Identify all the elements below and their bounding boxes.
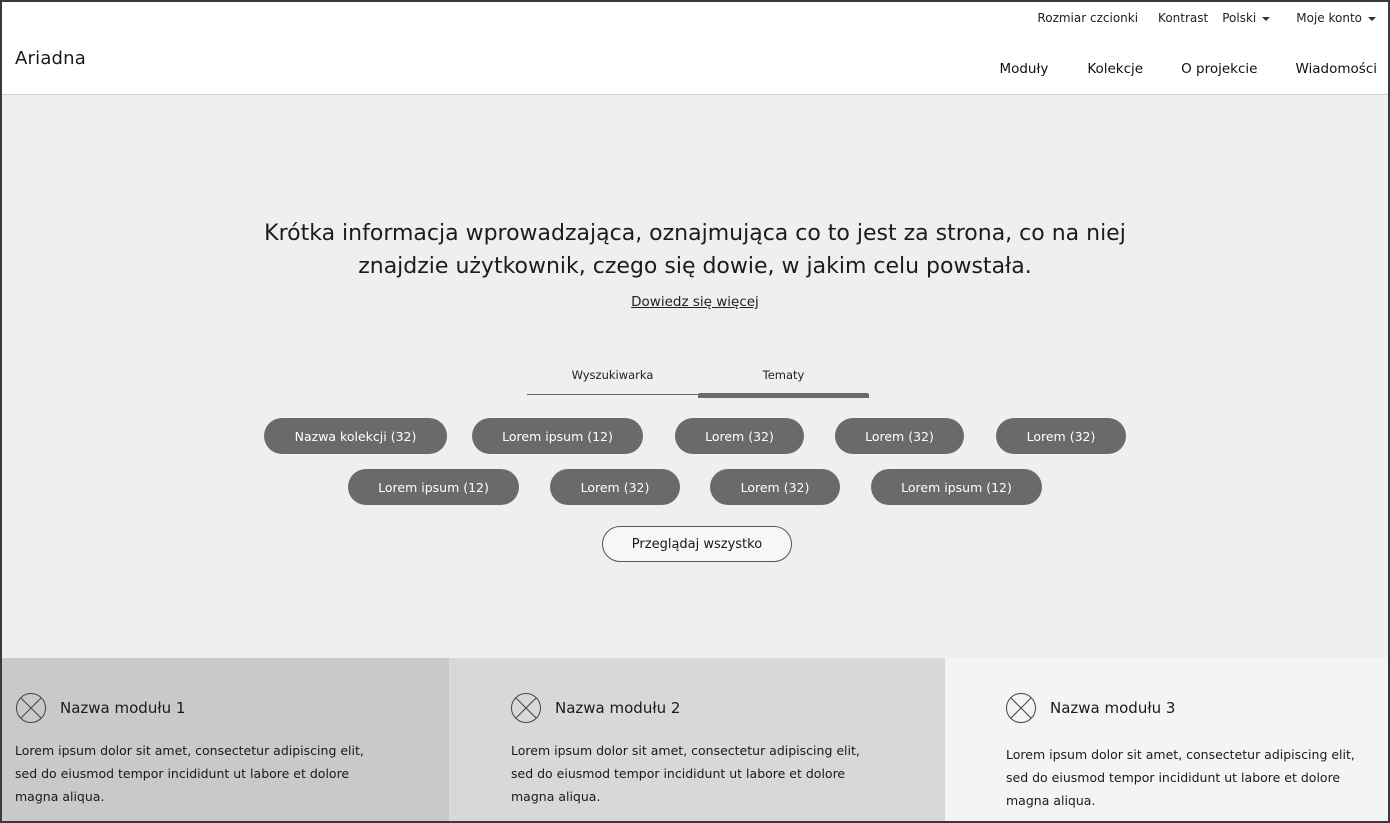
image-placeholder-icon	[1006, 693, 1036, 723]
account-dropdown[interactable]: Moje konto	[1296, 11, 1376, 25]
site-header: Rozmiar czcionki Kontrast Polski Moje ko…	[2, 2, 1388, 95]
language-label: Polski	[1222, 11, 1257, 25]
chevron-down-icon	[1262, 17, 1271, 21]
intro-line: znajdzie użytkownik, czego się dowie, w …	[358, 254, 1032, 279]
module-text-line: Lorem ipsum dolor sit amet, consectetur …	[511, 743, 860, 758]
chevron-down-icon	[1368, 17, 1376, 21]
module-card-1[interactable]: Nazwa modułu 1 Lorem ipsum dolor sit ame…	[2, 658, 449, 821]
topic-pill[interactable]: Nazwa kolekcji (32)	[264, 418, 447, 454]
module-header: Nazwa modułu 2	[511, 693, 680, 723]
nav-item-about[interactable]: O projekcie	[1181, 61, 1257, 77]
contrast-button[interactable]: Kontrast	[1158, 11, 1208, 25]
module-text-line: Lorem ipsum dolor sit amet, consectetur …	[15, 743, 364, 758]
image-placeholder-icon	[16, 693, 46, 723]
module-title: Nazwa modułu 3	[1050, 699, 1176, 717]
tab-search[interactable]: Wyszukiwarka	[527, 365, 698, 395]
tab-topics[interactable]: Tematy	[698, 365, 869, 398]
topic-pill[interactable]: Lorem ipsum (12)	[472, 418, 643, 454]
topic-pill[interactable]: Lorem (32)	[996, 418, 1126, 454]
module-text-line: Lorem ipsum dolor sit amet, consectetur …	[1006, 747, 1355, 762]
intro-text: Krótka informacja wprowadzająca, oznajmu…	[2, 217, 1388, 283]
page-frame: Rozmiar czcionki Kontrast Polski Moje ko…	[0, 0, 1390, 823]
topic-pill[interactable]: Lorem ipsum (12)	[348, 469, 519, 505]
module-text-line: magna aliqua.	[511, 789, 601, 804]
module-header: Nazwa modułu 1	[16, 693, 185, 723]
module-text-line: sed do eiusmod tempor incididunt ut labo…	[1006, 770, 1341, 785]
site-logo[interactable]: Ariadna	[15, 48, 86, 69]
hero-section: Krótka informacja wprowadzająca, oznajmu…	[2, 95, 1388, 658]
module-text-line: magna aliqua.	[1006, 793, 1096, 808]
learn-more: Dowiedz się więcej	[2, 294, 1388, 310]
topic-pill[interactable]: Lorem (32)	[550, 469, 680, 505]
module-text-line: sed do eiusmod tempor incididunt ut labo…	[15, 766, 350, 781]
browse-all-button[interactable]: Przeglądaj wszystko	[602, 526, 792, 562]
topic-pills-row: Nazwa kolekcji (32) Lorem ipsum (12) Lor…	[2, 418, 1388, 454]
module-description: Lorem ipsum dolor sit amet, consectetur …	[511, 739, 911, 808]
account-label: Moje konto	[1296, 11, 1362, 25]
language-dropdown[interactable]: Polski	[1222, 11, 1271, 25]
font-size-button[interactable]: Rozmiar czcionki	[1037, 11, 1138, 25]
module-card-2[interactable]: Nazwa modułu 2 Lorem ipsum dolor sit ame…	[449, 658, 945, 821]
nav-item-news[interactable]: Wiadomości	[1295, 61, 1377, 77]
utility-bar: Rozmiar czcionki Kontrast Polski Moje ko…	[1037, 11, 1376, 25]
image-placeholder-icon	[511, 693, 541, 723]
module-description: Lorem ipsum dolor sit amet, consectetur …	[15, 739, 415, 808]
module-title: Nazwa modułu 1	[60, 699, 186, 717]
main-nav: Moduły Kolekcje O projekcie Wiadomości	[999, 61, 1377, 77]
tab-bar: Wyszukiwarka Tematy	[527, 365, 869, 398]
topic-pill[interactable]: Lorem ipsum (12)	[871, 469, 1042, 505]
nav-item-modules[interactable]: Moduły	[999, 61, 1048, 77]
module-card-3[interactable]: Nazwa modułu 3 Lorem ipsum dolor sit ame…	[945, 658, 1388, 821]
nav-item-collections[interactable]: Kolekcje	[1087, 61, 1143, 77]
intro-line: Krótka informacja wprowadzająca, oznajmu…	[264, 221, 1126, 246]
learn-more-link[interactable]: Dowiedz się więcej	[631, 294, 759, 310]
module-description: Lorem ipsum dolor sit amet, consectetur …	[1006, 743, 1388, 812]
topic-pill[interactable]: Lorem (32)	[835, 418, 964, 454]
module-text-line: sed do eiusmod tempor incididunt ut labo…	[511, 766, 846, 781]
topic-pills-row: Lorem ipsum (12) Lorem (32) Lorem (32) L…	[2, 469, 1388, 505]
module-title: Nazwa modułu 2	[555, 699, 681, 717]
topic-pill[interactable]: Lorem (32)	[710, 469, 840, 505]
module-text-line: magna aliqua.	[15, 789, 105, 804]
topic-pill[interactable]: Lorem (32)	[675, 418, 804, 454]
module-header: Nazwa modułu 3	[1006, 693, 1175, 723]
